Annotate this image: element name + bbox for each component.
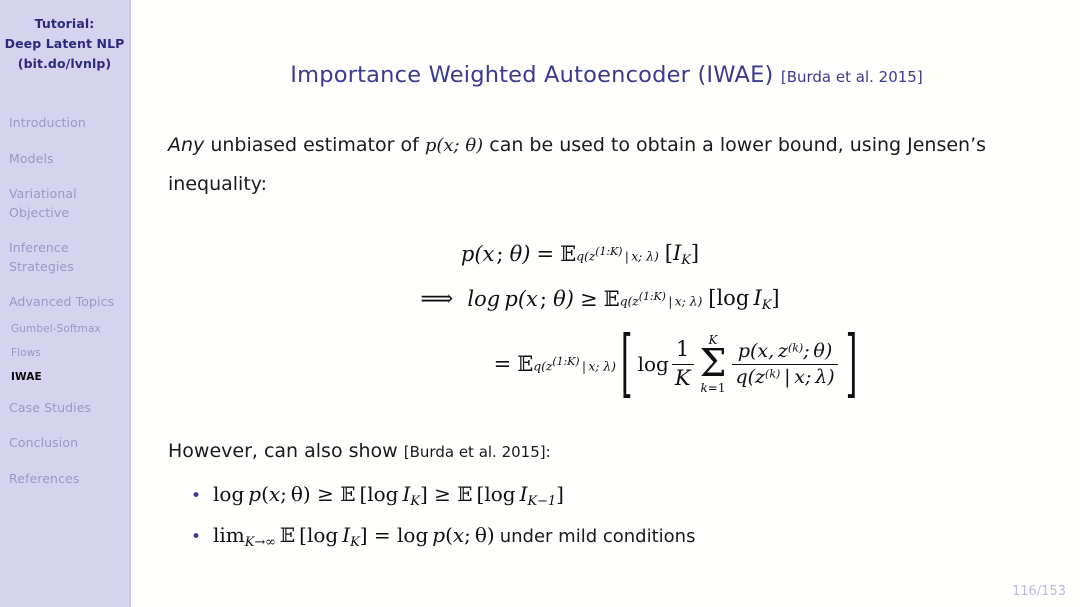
sidebar-item-references[interactable]: References	[9, 470, 129, 489]
slide: Tutorial: Deep Latent NLP (bit.do/lvnlp)…	[0, 0, 1080, 607]
bullet-math: limK→∞ 𝔼 [log IK] = log p(x; θ)	[213, 523, 495, 550]
log-operator: log	[637, 352, 669, 376]
sidebar-item-flows[interactable]: Flows	[9, 345, 129, 361]
equation-row-1: p(x; θ) = 𝔼q(z(1:K) | x; λ) [IK]	[168, 232, 1058, 276]
bullet-dot-icon: •	[191, 486, 202, 506]
sidebar-item-label: Models	[9, 150, 54, 166]
sidebar-item-inference-strategies[interactable]: Inference Strategies	[9, 239, 129, 276]
list-item: • limK→∞ 𝔼 [log IK] = log p(x; θ) under …	[191, 523, 1051, 564]
however-text: However, can also show	[168, 440, 398, 462]
equation-lhs: p(x; θ)	[460, 242, 531, 266]
page-title: Importance Weighted Autoencoder (IWAE) […	[133, 62, 1080, 88]
intro-paragraph: Any unbiased estimator of p(x; θ) can be…	[168, 126, 1028, 204]
equation-block: p(x; θ) = 𝔼q(z(1:K) | x; λ) [IK] ⟹ log p…	[168, 232, 1058, 407]
page-number: 116/153	[1011, 584, 1066, 599]
ratio-fraction: p(x, z(k); θ) q(z(k) | x; λ)	[732, 339, 838, 389]
sidebar-item-label: Variational	[9, 186, 77, 201]
sidebar-nav: Introduction Models Variational Objectiv…	[0, 114, 129, 488]
coefficient-fraction: 1 K	[671, 337, 694, 391]
sidebar-title: Tutorial: Deep Latent NLP (bit.do/lvnlp)	[0, 14, 129, 74]
sidebar-item-case-studies[interactable]: Case Studies	[9, 399, 129, 418]
sidebar: Tutorial: Deep Latent NLP (bit.do/lvnlp)…	[0, 0, 131, 607]
however-citation: [Burda et al. 2015]:	[403, 443, 551, 461]
fraction-bar	[671, 363, 694, 365]
expectation-subscript: q(z(1:K) | x; λ)	[576, 244, 659, 264]
bullet-dot-icon: •	[191, 527, 202, 547]
intro-part-1: unbiased estimator of	[204, 134, 425, 156]
sidebar-item-label-second-line: Strategies	[9, 258, 74, 274]
sidebar-item-label: Inference	[9, 240, 69, 255]
bullet-list: • log p(x; θ) ≥ 𝔼 [log IK] ≥ 𝔼 [log IK−1…	[191, 482, 1051, 564]
sidebar-item-label: Gumbel-Softmax	[11, 322, 101, 335]
sidebar-item-label: IWAE	[11, 370, 42, 383]
sidebar-item-iwae[interactable]: IWAE	[9, 369, 129, 385]
sum-lower-limit: k=1	[700, 380, 726, 395]
sidebar-item-label: References	[9, 470, 80, 486]
fraction-bar	[732, 363, 838, 365]
page-title-text: Importance Weighted Autoencoder (IWAE)	[290, 62, 774, 88]
fraction-numerator: p(x, z(k); θ)	[737, 339, 833, 362]
sidebar-item-label: Flows	[11, 346, 41, 359]
sidebar-title-line-2: Deep Latent NLP	[4, 36, 125, 51]
sidebar-item-introduction[interactable]: Introduction	[9, 114, 129, 133]
equation-row-2: ⟹ log p(x; θ) ≥ 𝔼q(z(1:K) | x; λ) [log I…	[168, 276, 1058, 322]
sigma-icon: Σ	[699, 341, 727, 386]
intro-emphasis: Any	[168, 134, 205, 156]
fraction-denominator: K	[674, 366, 691, 390]
however-line: However, can also show [Burda et al. 201…	[168, 440, 551, 462]
fraction-denominator: q(z(k) | x; λ)	[735, 366, 835, 388]
list-item: • log p(x; θ) ≥ 𝔼 [log IK] ≥ 𝔼 [log IK−1…	[191, 482, 1051, 523]
expectation-operator: 𝔼	[517, 352, 534, 376]
equation-row-3: = 𝔼q(z(1:K) | x; λ) [ log 1 K K Σ k=1 p(…	[168, 321, 1058, 407]
sidebar-item-label-second-line: Objective	[9, 204, 70, 220]
sidebar-item-label: Conclusion	[9, 435, 79, 450]
page-title-citation: [Burda et al. 2015]	[780, 68, 923, 86]
slide-content: Importance Weighted Autoencoder (IWAE) […	[133, 0, 1080, 607]
left-bracket-icon: [	[620, 321, 633, 407]
bullet-trailing-text: under mild conditions	[499, 526, 696, 547]
sidebar-item-gumbel-softmax[interactable]: Gumbel-Softmax	[9, 321, 129, 337]
expectation-subscript: q(z(1:K) | x; λ)	[533, 354, 616, 374]
bullet-math: log p(x; θ) ≥ 𝔼 [log IK] ≥ 𝔼 [log IK−1]	[213, 482, 564, 509]
sidebar-item-label: Introduction	[9, 115, 86, 130]
implies-arrow-icon: ⟹	[420, 286, 454, 312]
summation-operator: K Σ k=1	[700, 334, 727, 394]
equation-relation-equals: =	[536, 242, 555, 266]
equation-argument: [IK]	[664, 240, 700, 268]
sidebar-title-line-1: Tutorial:	[34, 16, 95, 31]
sidebar-item-label: Advanced Topics	[9, 294, 115, 309]
sidebar-title-line-3: (bit.do/lvnlp)	[17, 56, 112, 71]
sidebar-item-label: Case Studies	[9, 399, 92, 415]
equation-argument: [log IK]	[708, 285, 780, 313]
right-bracket-icon: ]	[845, 321, 858, 407]
sidebar-item-models[interactable]: Models	[9, 150, 129, 169]
sidebar-item-conclusion[interactable]: Conclusion	[9, 434, 129, 453]
sidebar-item-advanced-topics[interactable]: Advanced Topics	[9, 293, 129, 312]
expectation-subscript: q(z(1:K) | x; λ)	[619, 289, 703, 309]
sidebar-item-variational-objective[interactable]: Variational Objective	[9, 185, 129, 222]
intro-inline-math: p(x; θ)	[424, 135, 484, 156]
expectation-operator: 𝔼	[603, 287, 620, 311]
equation-lhs: log p(x; θ)	[467, 287, 574, 311]
equation-relation-geq: ≥	[580, 287, 598, 311]
expectation-operator: 𝔼	[560, 242, 577, 266]
fraction-numerator: 1	[676, 337, 690, 362]
equation-relation-equals: =	[493, 352, 512, 376]
